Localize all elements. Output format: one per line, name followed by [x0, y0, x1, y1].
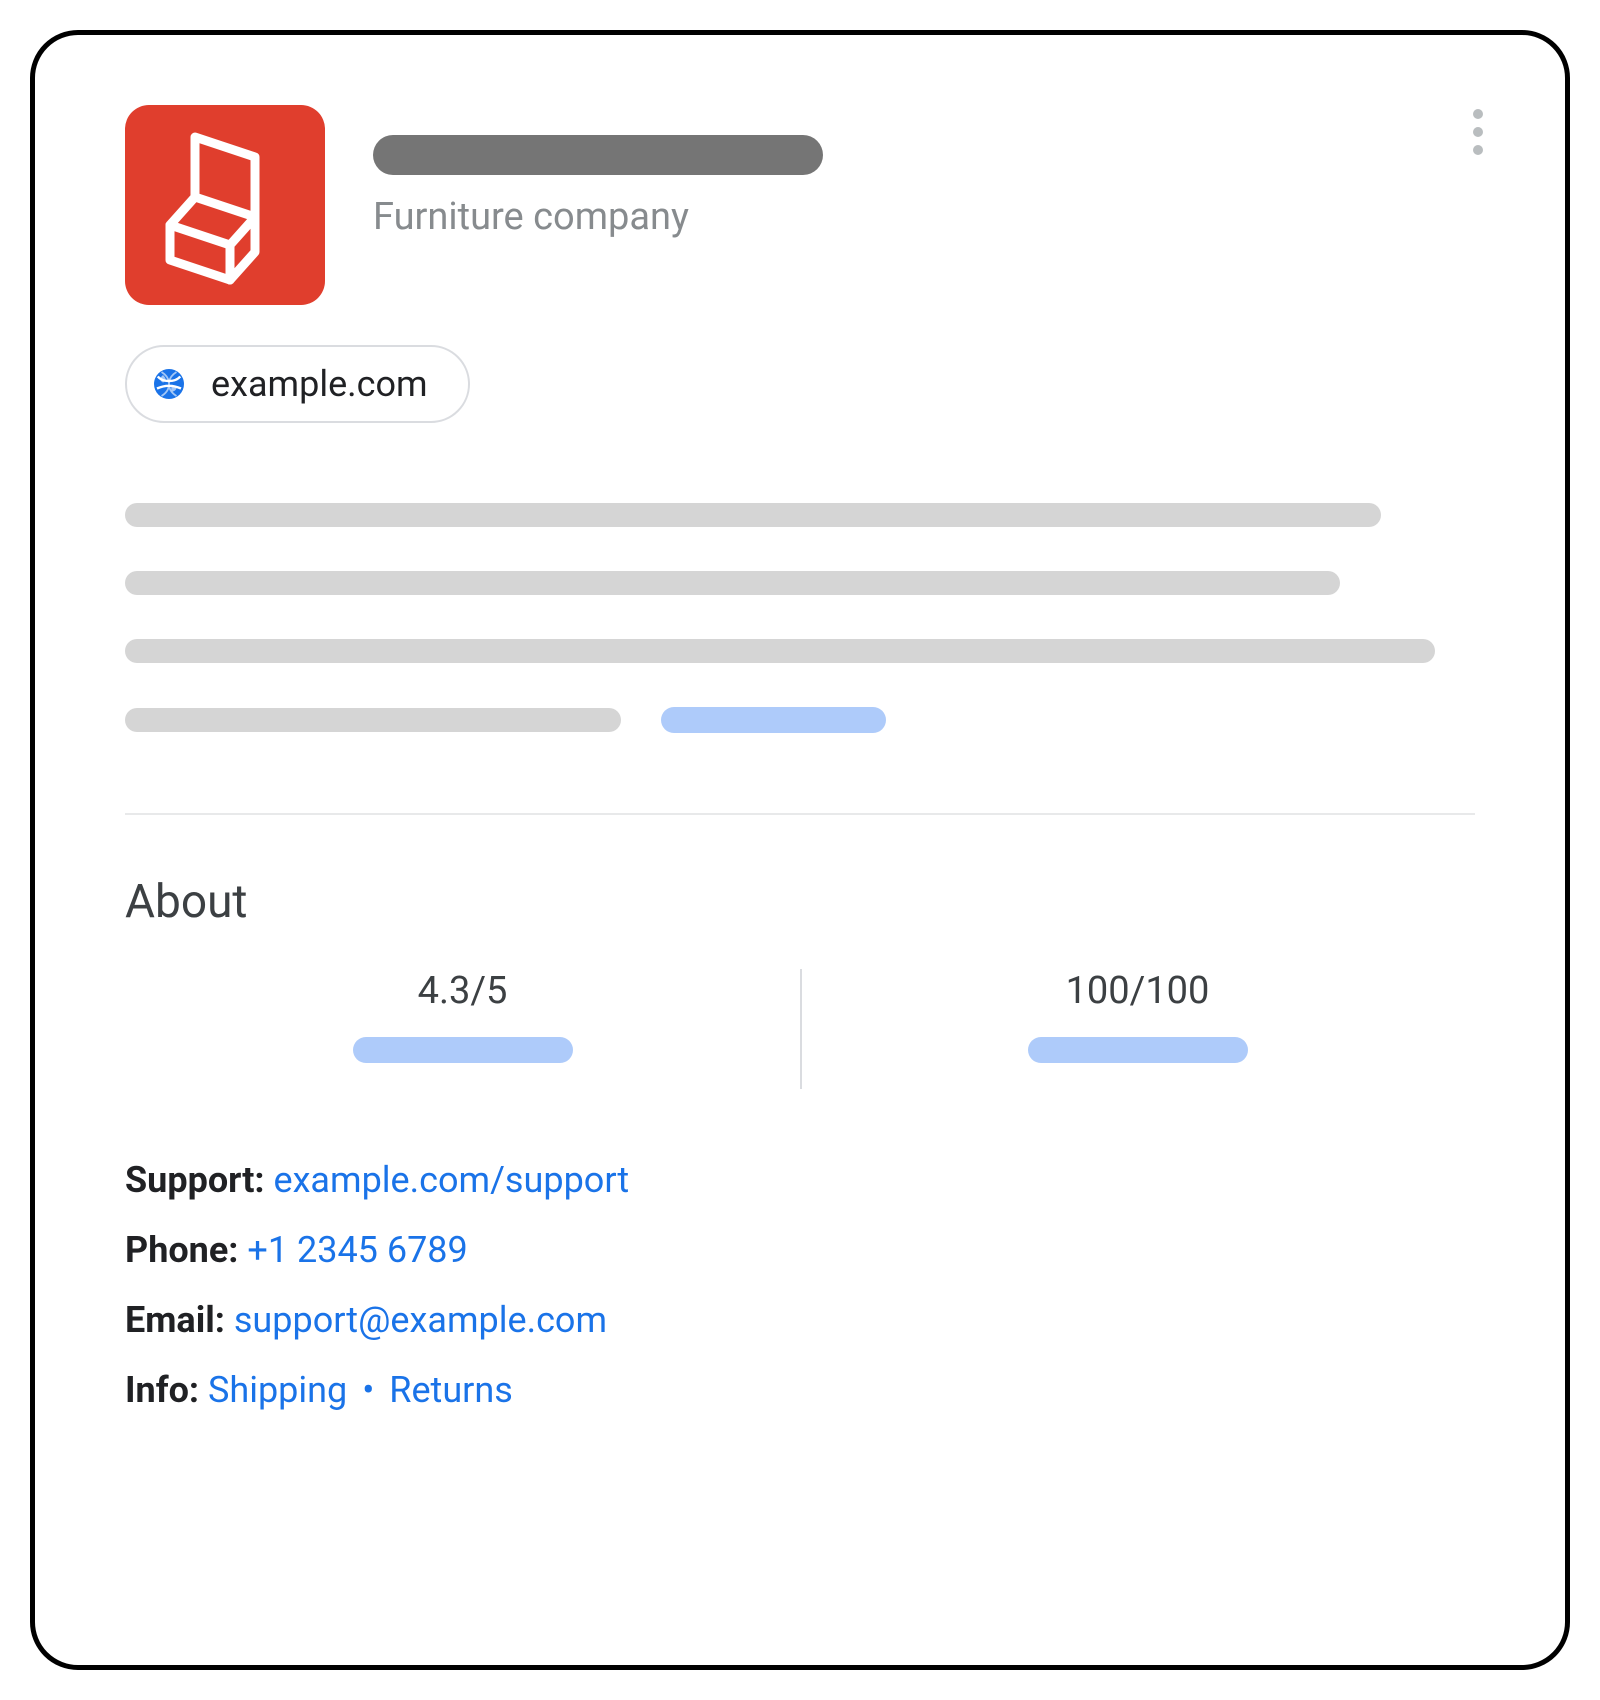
title-column: Furniture company [373, 105, 823, 239]
contact-block: Support: example.com/support Phone: +1 2… [125, 1159, 1475, 1411]
info-row: Info: Shipping • Returns [125, 1369, 1475, 1411]
header-row: Furniture company [125, 105, 1475, 305]
section-divider [125, 813, 1475, 815]
phone-row: Phone: +1 2345 6789 [125, 1229, 1475, 1271]
vertical-divider [800, 969, 802, 1089]
company-name-placeholder [373, 135, 823, 175]
rating-column: 4.3/5 [125, 969, 800, 1063]
email-link[interactable]: support@example.com [234, 1299, 607, 1341]
info-separator: • [356, 1369, 380, 1411]
skeleton-line [125, 639, 1435, 663]
skeleton-link-placeholder [661, 707, 886, 733]
company-category: Furniture company [373, 195, 823, 239]
support-link[interactable]: example.com/support [273, 1159, 629, 1201]
company-logo [125, 105, 325, 305]
skeleton-line [125, 571, 1340, 595]
score-column: 100/100 [800, 969, 1475, 1063]
info-label: Info: [125, 1369, 199, 1411]
score-value: 100/100 [1066, 969, 1210, 1013]
email-label: Email: [125, 1299, 225, 1341]
phone-link[interactable]: +1 2345 6789 [247, 1229, 467, 1271]
phone-label: Phone: [125, 1229, 238, 1271]
support-label: Support: [125, 1159, 265, 1201]
chair-icon [160, 125, 290, 285]
more-options-button[interactable] [1461, 97, 1495, 167]
returns-link[interactable]: Returns [389, 1369, 513, 1411]
support-row: Support: example.com/support [125, 1159, 1475, 1201]
rating-label-placeholder [353, 1037, 573, 1063]
globe-icon [151, 366, 187, 402]
skeleton-line [125, 708, 621, 732]
description-placeholder-block [125, 503, 1475, 733]
skeleton-last-row [125, 707, 1475, 733]
email-row: Email: support@example.com [125, 1299, 1475, 1341]
website-chip[interactable]: example.com [125, 345, 470, 423]
website-url: example.com [211, 363, 428, 405]
scores-row: 4.3/5 100/100 [125, 969, 1475, 1099]
skeleton-line [125, 503, 1381, 527]
score-label-placeholder [1028, 1037, 1248, 1063]
shipping-link[interactable]: Shipping [208, 1369, 347, 1411]
knowledge-panel-card: Furniture company example.com About 4.3/… [30, 30, 1570, 1670]
rating-value: 4.3/5 [418, 969, 508, 1013]
about-heading: About [125, 875, 1475, 929]
